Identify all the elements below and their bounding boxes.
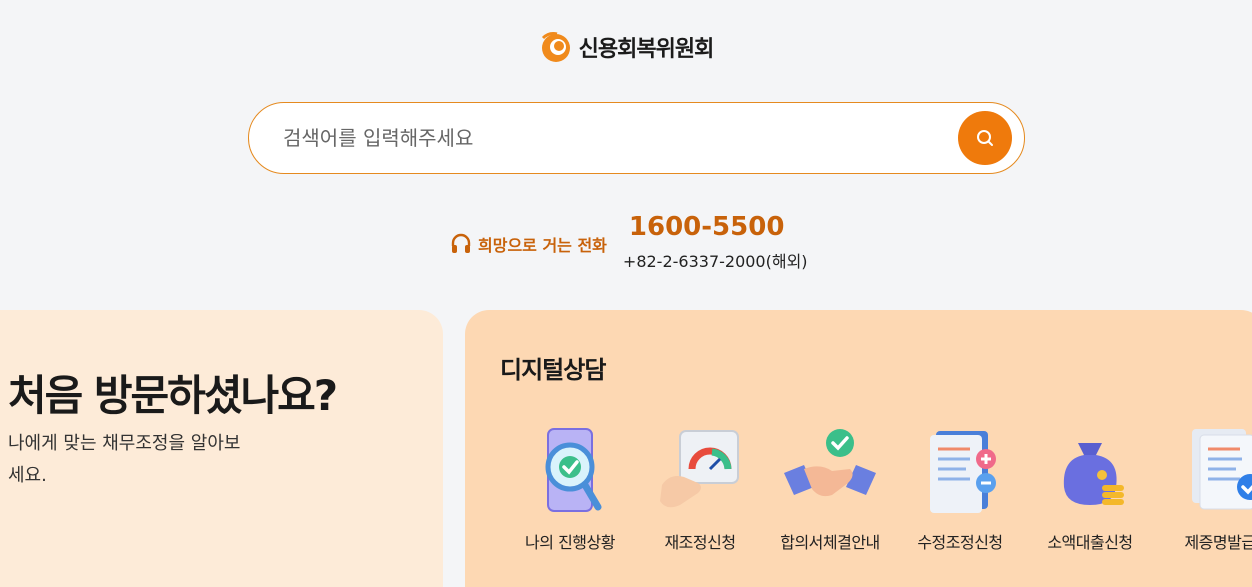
service-small-loan[interactable]: 소액대출신청 — [1025, 425, 1155, 553]
digital-consult-title: 디지털상담 — [500, 356, 606, 384]
magnifier-check-icon — [545, 428, 602, 512]
search-icon — [977, 130, 993, 146]
phone-main-number[interactable]: 1600-5500 — [629, 212, 808, 242]
search-bar — [248, 102, 1025, 174]
service-agreement-guide[interactable]: 합의서체결안내 — [765, 425, 895, 553]
logo-text: 신용회복위원회 — [578, 37, 715, 62]
first-visit-card[interactable]: 처음 방문하셨나요? 나에게 맞는 채무조정을 알아보세요. — [0, 310, 443, 587]
headset-icon — [451, 233, 471, 253]
first-visit-title: 처음 방문하셨나요? — [8, 371, 338, 420]
phone-label: 희망으로 거는 전화 — [450, 232, 607, 256]
document-check-icon — [1192, 429, 1252, 510]
search-button[interactable] — [958, 111, 1012, 165]
service-label: 소액대출신청 — [1047, 533, 1133, 552]
service-modified-adjustment[interactable]: 수정조정신청 — [895, 425, 1025, 553]
phone-label-text: 희망으로 거는 전화 — [478, 236, 607, 255]
money-bag-icon — [1063, 443, 1124, 505]
service-label: 수정조정신청 — [917, 533, 1003, 552]
orange-swirl-logo-icon — [541, 32, 570, 62]
service-certificate-issue[interactable]: 제증명발급 — [1155, 425, 1252, 553]
first-visit-description: 나에게 맞는 채무조정을 알아보세요. — [8, 433, 241, 486]
site-logo[interactable]: 신용회복위원회 — [0, 30, 1252, 64]
puzzle-gauge-icon — [660, 430, 739, 508]
document-plus-minus-icon — [930, 431, 996, 513]
search-input[interactable] — [283, 126, 958, 150]
handshake-check-icon — [784, 429, 876, 497]
service-my-progress[interactable]: 나의 진행상황 — [505, 425, 635, 553]
service-readjustment[interactable]: 재조정신청 — [635, 425, 765, 553]
service-label: 제증명발급 — [1184, 533, 1252, 552]
digital-consult-card: 디지털상담 나의 진행상황 재조정신청 합의서체결안내 수정조정신청 소액대출신… — [465, 310, 1252, 587]
service-label: 재조정신청 — [664, 533, 736, 552]
phone-section: 희망으로 거는 전화 1600-5500 +82-2-6337-2000(해외) — [450, 212, 808, 272]
service-list: 나의 진행상황 재조정신청 합의서체결안내 수정조정신청 소액대출신청 제증명발… — [505, 425, 1252, 553]
phone-overseas-number[interactable]: +82-2-6337-2000(해외) — [623, 248, 808, 272]
service-label: 나의 진행상황 — [525, 533, 615, 552]
service-label: 합의서체결안내 — [780, 533, 880, 552]
page: 신용회복위원회 희망으로 거는 전화 1600-5500 +82-2-6337-… — [0, 0, 1252, 587]
